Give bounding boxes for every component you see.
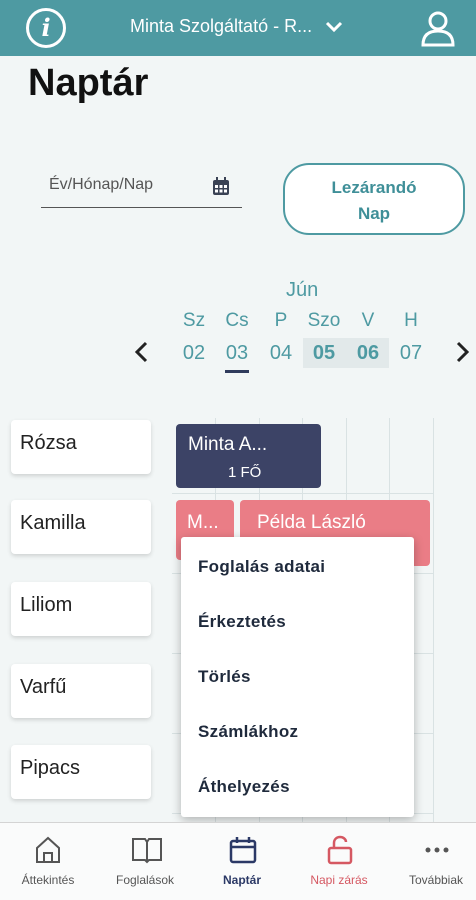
- day-column[interactable]: P 04: [259, 310, 303, 365]
- booking-guest-name: M...: [187, 512, 219, 533]
- day-column[interactable]: H 07: [389, 310, 433, 365]
- user-icon[interactable]: [418, 8, 458, 48]
- menu-item-booking-details[interactable]: Foglalás adatai: [198, 557, 325, 577]
- top-bar: i Minta Szolgáltató - R...: [0, 0, 476, 56]
- day-name: P: [274, 310, 288, 331]
- day-column[interactable]: V 06: [346, 310, 390, 365]
- chevron-right-icon[interactable]: [452, 338, 476, 366]
- menu-item-move[interactable]: Áthelyezés: [198, 777, 290, 797]
- booking-block[interactable]: Minta A... 1 FŐ: [176, 424, 321, 488]
- month-label: Jún: [286, 279, 319, 301]
- bottom-navigation: Áttekintés Foglalások Naptár Napi zárás …: [0, 822, 476, 900]
- chevron-left-icon[interactable]: [130, 338, 154, 366]
- date-input-placeholder: Év/Hónap/Nap: [49, 176, 154, 193]
- room-label: Kamilla: [11, 500, 151, 554]
- close-day-button[interactable]: Lezárandó Nap: [283, 163, 465, 235]
- day-date: 04: [269, 342, 293, 364]
- nav-label: Napi zárás: [310, 873, 368, 887]
- unlock-icon: [327, 835, 353, 865]
- day-date: 07: [399, 342, 423, 364]
- room-label: Liliom: [11, 582, 151, 636]
- selected-day-indicator: [225, 370, 249, 373]
- nav-label: Áttekintés: [21, 873, 75, 887]
- nav-bookings[interactable]: Foglalások: [100, 823, 190, 900]
- close-day-button-line2: Nap: [357, 204, 391, 223]
- nav-daily-close[interactable]: Napi zárás: [294, 823, 384, 900]
- nav-overview[interactable]: Áttekintés: [3, 823, 93, 900]
- page-title: Naptár: [28, 62, 149, 104]
- room-label: Pipacs: [11, 745, 151, 799]
- booking-guest-name: Minta A...: [188, 434, 268, 455]
- nav-label: Foglalások: [115, 873, 175, 887]
- booking-context-menu: Foglalás adatai Érkeztetés Törlés Számlá…: [181, 537, 414, 817]
- close-day-button-line1: Lezárandó: [331, 178, 417, 197]
- day-name: H: [404, 310, 418, 331]
- nav-more[interactable]: Továbbiak: [391, 823, 476, 900]
- day-date: 05: [312, 342, 336, 364]
- day-column[interactable]: Sz 02: [172, 310, 216, 365]
- provider-name: Minta Szolgáltató - R...: [130, 16, 313, 36]
- calendar-picker-icon[interactable]: [212, 176, 230, 196]
- chevron-down-icon: [326, 21, 343, 32]
- nav-label: Továbbiak: [408, 873, 464, 887]
- day-name: V: [361, 310, 375, 331]
- menu-item-delete[interactable]: Törlés: [198, 667, 251, 687]
- day-name: Szo: [307, 310, 341, 331]
- menu-item-check-in[interactable]: Érkeztetés: [198, 612, 286, 632]
- calendar-icon: [229, 837, 257, 864]
- room-label: Rózsa: [11, 420, 151, 474]
- nav-calendar[interactable]: Naptár: [197, 823, 287, 900]
- day-column-selected[interactable]: Cs 03: [215, 310, 259, 373]
- provider-selector[interactable]: Minta Szolgáltató - R...: [130, 16, 344, 37]
- nav-label: Naptár: [222, 873, 261, 887]
- day-date: 06: [356, 342, 380, 364]
- booking-guest-name: Példa László: [257, 512, 366, 533]
- grid-line: [433, 418, 434, 823]
- booking-guest-count: 1 FŐ: [228, 464, 262, 481]
- day-name: Cs: [225, 310, 249, 331]
- book-icon: [132, 838, 162, 864]
- room-label: Varfű: [11, 664, 151, 718]
- info-icon[interactable]: i: [26, 8, 66, 48]
- menu-item-invoices[interactable]: Számlákhoz: [198, 722, 298, 742]
- day-column[interactable]: Szo 05: [302, 310, 346, 365]
- home-icon: [36, 836, 60, 863]
- day-date: 02: [182, 342, 206, 364]
- grid-line: [172, 493, 434, 494]
- day-date: 03: [225, 342, 249, 364]
- day-name: Sz: [182, 310, 206, 331]
- date-input[interactable]: Év/Hónap/Nap: [41, 170, 242, 208]
- more-icon: [425, 847, 449, 853]
